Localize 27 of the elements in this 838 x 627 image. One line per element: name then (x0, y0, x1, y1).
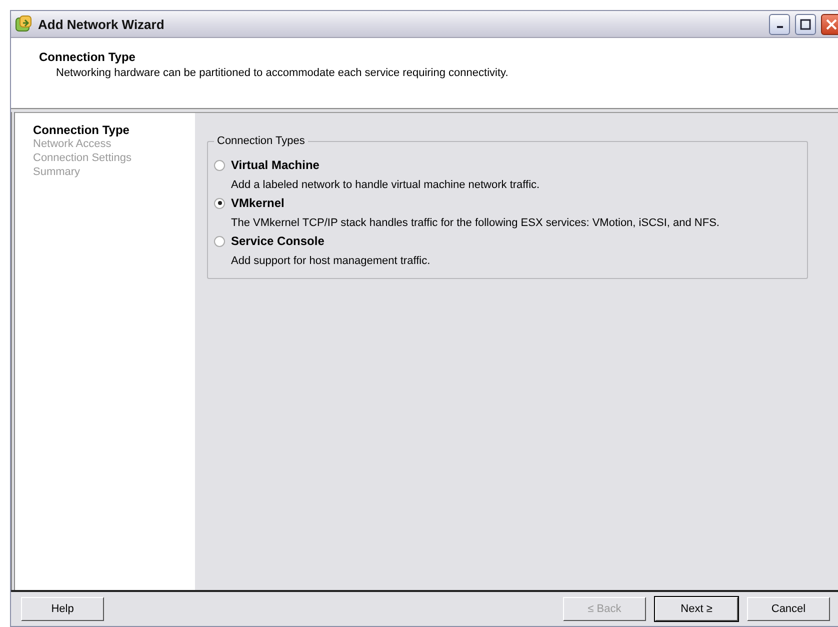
wizard-step: Connection Settings (33, 151, 132, 165)
wizard-step: Connection Type (33, 123, 130, 137)
option-label[interactable]: VMkernel (231, 196, 284, 210)
option-description: Add support for host management traffic. (231, 255, 432, 267)
next-button[interactable]: Next ≥ (655, 597, 738, 621)
maximize-icon (800, 18, 811, 30)
close-icon (826, 18, 837, 30)
option-description: Add a labeled network to handle virtual machine network traffic. (231, 179, 541, 191)
minimize-icon (776, 26, 782, 28)
option-description: The VMkernel TCP/IP stack handles traffic for the following ESX services: VMotion, iSCSI, and NFS. (231, 217, 720, 229)
cancel-button[interactable]: Cancel (747, 597, 830, 621)
close-button[interactable] (821, 14, 838, 34)
network-wizard-icon (15, 15, 33, 33)
header-title: Connection Type (39, 50, 136, 64)
radio-button[interactable] (214, 198, 225, 208)
maximize-button[interactable] (795, 14, 816, 34)
radio-button[interactable] (214, 236, 225, 246)
header-description: Networking hardware can be partitioned to accommodate each service requiring connectivity. (56, 67, 508, 79)
minimize-button[interactable] (769, 14, 790, 34)
window-title: Add Network Wizard (38, 16, 166, 32)
wizard-step: Network Access (33, 137, 112, 151)
option-label[interactable]: Service Console (231, 234, 324, 248)
group-title: Connection Types (216, 135, 306, 147)
option-label[interactable]: Virtual Machine (231, 158, 320, 172)
wizard-step: Summary (33, 165, 80, 179)
help-button[interactable]: Help (21, 597, 104, 621)
radio-button[interactable] (214, 160, 225, 170)
